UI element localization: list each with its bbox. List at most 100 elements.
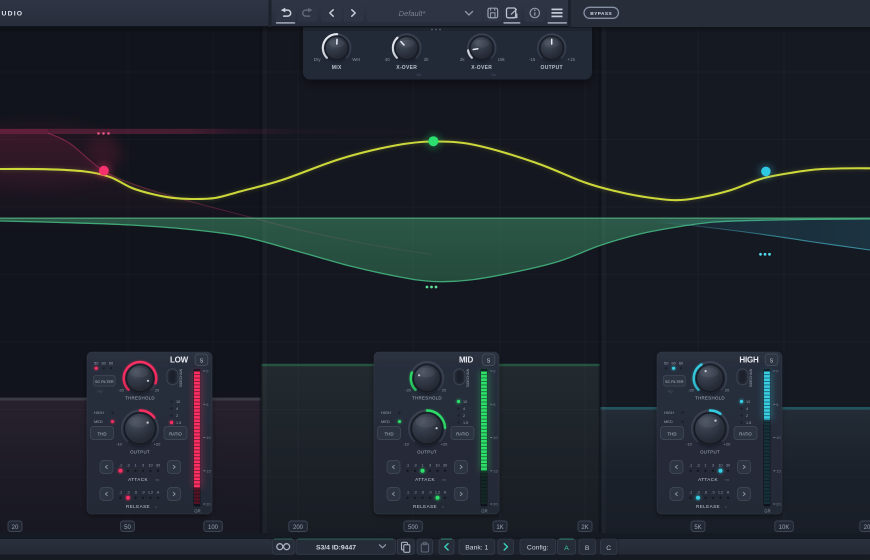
svg-text:5: 5 [493, 402, 495, 407]
svg-text:30: 30 [156, 464, 160, 468]
svg-text:MED: MED [664, 419, 673, 424]
svg-text:ATTACK: ATTACK [415, 477, 435, 482]
svg-text:10: 10 [176, 400, 180, 404]
svg-text:THD: THD [667, 431, 676, 436]
svg-text:S: S [487, 359, 491, 365]
svg-text:.3: .3 [696, 491, 699, 495]
svg-text:10: 10 [746, 400, 750, 404]
svg-text:A: A [564, 545, 569, 552]
svg-text:-15: -15 [529, 57, 536, 62]
svg-text:1.5: 1.5 [463, 421, 468, 425]
svg-text:Bank: 1: Bank: 1 [465, 545, 488, 552]
svg-text:20: 20 [442, 387, 447, 392]
svg-text:50: 50 [124, 525, 131, 531]
svg-text:5: 5 [776, 402, 778, 407]
svg-text:OUTPUT: OUTPUT [130, 450, 150, 455]
svg-text:A: A [444, 491, 447, 495]
svg-text:S3/4 ID:9447: S3/4 ID:9447 [316, 545, 356, 552]
svg-text:-20: -20 [118, 387, 125, 392]
svg-text:-20: -20 [688, 387, 695, 392]
svg-text:5K: 5K [694, 525, 701, 531]
svg-text:OUTPUT: OUTPUT [541, 65, 563, 71]
svg-text:X-OVER: X-OVER [471, 65, 492, 71]
svg-text:RATIO: RATIO [169, 431, 182, 436]
svg-text:+20: +20 [441, 442, 449, 447]
svg-text:GR: GR [764, 509, 770, 514]
svg-text:+20: +20 [724, 442, 732, 447]
svg-text:MED: MED [381, 419, 390, 424]
svg-text:HQ: HQ [97, 389, 102, 393]
svg-text:S: S [200, 359, 204, 365]
svg-text:HIGH: HIGH [381, 410, 391, 415]
svg-text:.9: .9 [141, 491, 144, 495]
svg-text:BYPASS: BYPASS [590, 11, 612, 17]
svg-text:20: 20 [725, 387, 730, 392]
svg-text:.1: .1 [689, 491, 692, 495]
svg-text:10K: 10K [779, 525, 790, 531]
svg-text:Hz: Hz [416, 73, 421, 77]
svg-text:GR: GR [194, 509, 200, 514]
svg-text:OUTPUT: OUTPUT [700, 450, 720, 455]
svg-text:THRESHOLD: THRESHOLD [125, 396, 155, 401]
svg-text:2k: 2k [424, 57, 429, 62]
svg-text:S: S [770, 359, 774, 365]
svg-text:1: 1 [421, 464, 423, 468]
svg-text:SC FILTER: SC FILTER [665, 380, 684, 384]
svg-text:.3: .3 [126, 491, 129, 495]
svg-text:-10: -10 [116, 442, 123, 447]
svg-text:.1: .1 [119, 464, 122, 468]
svg-text:3: 3 [712, 464, 714, 468]
svg-text:.9: .9 [711, 491, 714, 495]
svg-text:.3: .3 [413, 464, 416, 468]
svg-text:20: 20 [155, 387, 160, 392]
svg-text:2: 2 [463, 414, 465, 418]
svg-text:RELEASE: RELEASE [126, 504, 150, 509]
svg-text:2: 2 [176, 414, 178, 418]
svg-text:15: 15 [493, 468, 497, 473]
svg-text:20K: 20K [864, 525, 870, 531]
svg-text:1: 1 [134, 464, 136, 468]
svg-text:MED: MED [94, 419, 103, 424]
svg-text:SC FILTER: SC FILTER [95, 380, 114, 384]
svg-text:RELEASE: RELEASE [696, 504, 720, 509]
svg-text:1.5: 1.5 [746, 421, 751, 425]
svg-text:.3: .3 [413, 491, 416, 495]
svg-text:-10: -10 [686, 442, 693, 447]
svg-text:.1: .1 [406, 491, 409, 495]
svg-text:SIDECHAIN: SIDECHAIN [179, 368, 183, 387]
svg-text:ATTACK: ATTACK [128, 477, 148, 482]
svg-text:-10: -10 [403, 442, 410, 447]
svg-text:SIDECHAIN: SIDECHAIN [749, 368, 753, 387]
svg-text:.9: .9 [428, 491, 431, 495]
svg-text:HIGH: HIGH [739, 356, 759, 365]
svg-text:MIX: MIX [332, 65, 342, 71]
svg-text:HIGH: HIGH [94, 410, 104, 415]
svg-text:20: 20 [12, 525, 19, 531]
svg-text:5: 5 [206, 402, 208, 407]
svg-text:A: A [727, 491, 730, 495]
svg-text:100: 100 [208, 525, 219, 531]
svg-text:ms: ms [155, 478, 160, 482]
svg-text:10: 10 [718, 464, 722, 468]
svg-text:OUTPUT: OUTPUT [417, 450, 437, 455]
svg-text:.6: .6 [134, 491, 137, 495]
svg-text:THD: THD [384, 431, 393, 436]
svg-text:1.2: 1.2 [148, 491, 153, 495]
svg-text:THRESHOLD: THRESHOLD [695, 396, 725, 401]
svg-text:HIGH: HIGH [664, 410, 674, 415]
svg-text:10: 10 [463, 400, 467, 404]
svg-text:RELEASE: RELEASE [413, 504, 437, 509]
svg-text:ms: ms [725, 478, 730, 482]
svg-text:Wet: Wet [352, 57, 361, 62]
svg-text:THD: THD [97, 431, 106, 436]
svg-text:RATIO: RATIO [739, 431, 752, 436]
svg-text:LOW: LOW [170, 356, 189, 365]
svg-text:Config:: Config: [527, 545, 549, 552]
svg-text:15k: 15k [498, 57, 506, 62]
svg-text:-20: -20 [405, 387, 412, 392]
svg-text:10: 10 [148, 464, 152, 468]
svg-text:RATIO: RATIO [456, 431, 469, 436]
svg-text:3: 3 [142, 464, 144, 468]
svg-text:1: 1 [704, 464, 706, 468]
svg-text:HQ: HQ [667, 389, 672, 393]
